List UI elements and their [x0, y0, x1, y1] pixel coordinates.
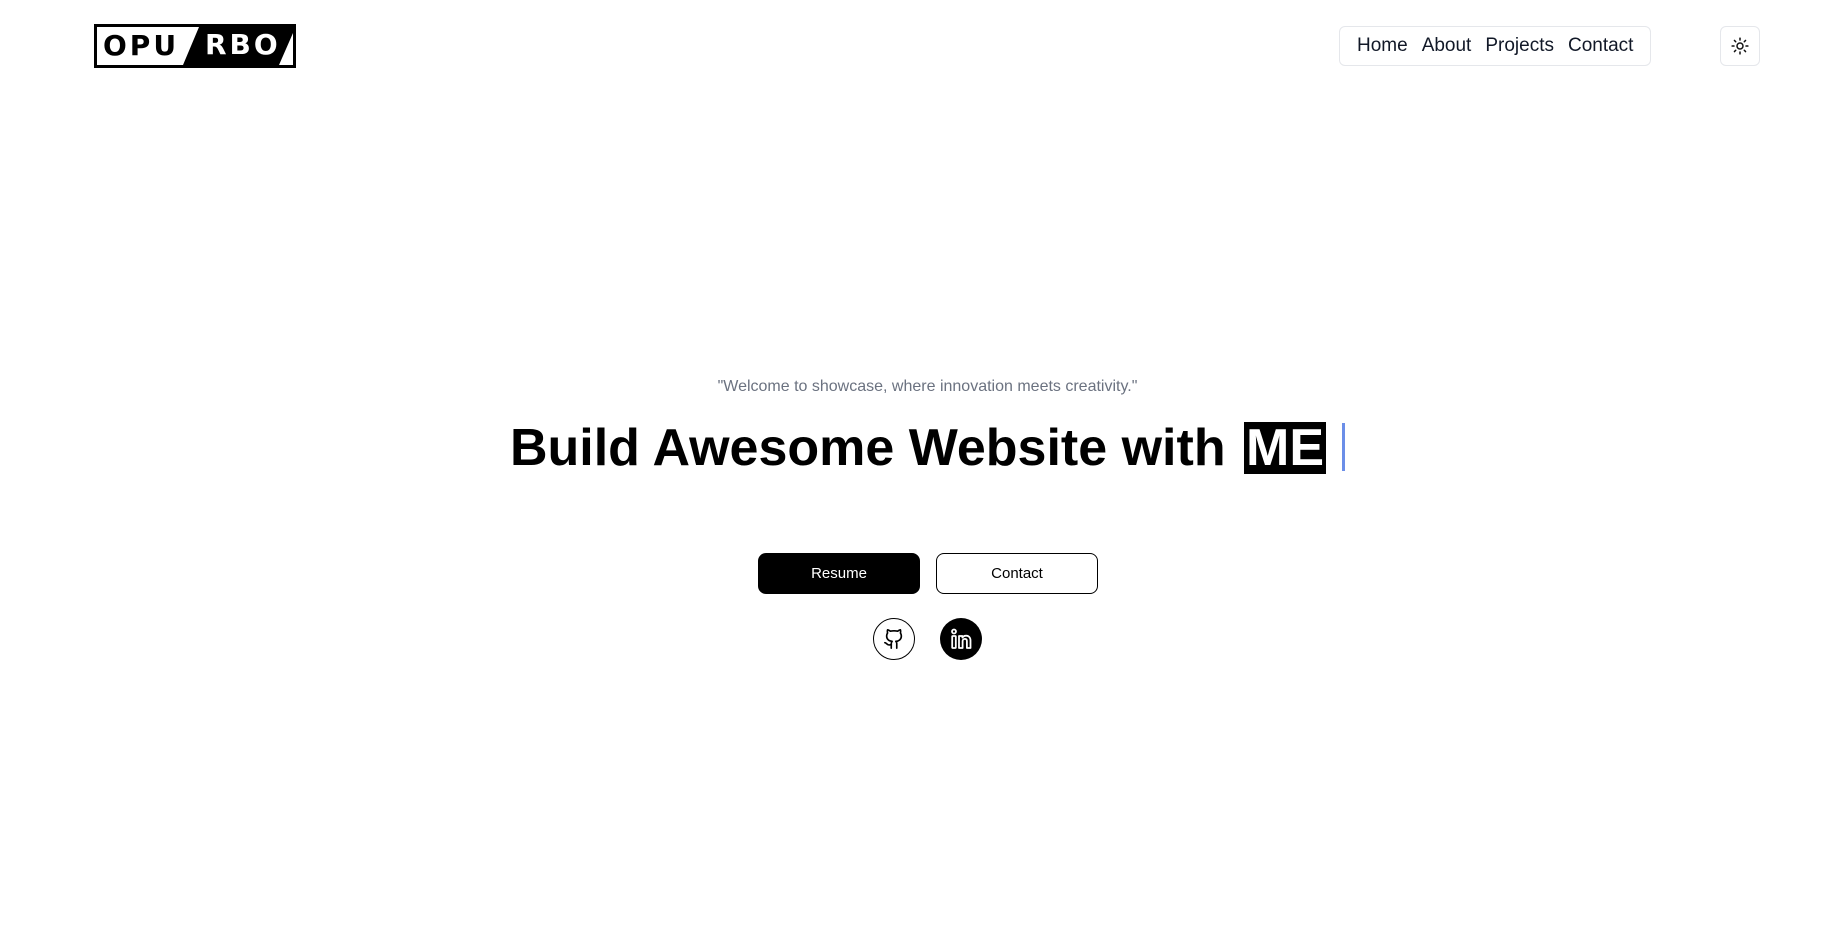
sun-icon	[1731, 37, 1749, 55]
resume-button[interactable]: Resume	[758, 553, 920, 594]
nav-home[interactable]: Home	[1350, 27, 1415, 65]
logo-text-left: OPU	[103, 29, 180, 62]
nav-contact[interactable]: Contact	[1561, 27, 1640, 65]
hero-headline-text: Build Awesome Website with	[509, 419, 1226, 477]
nav-about[interactable]: About	[1415, 27, 1479, 65]
logo-badge: RBO	[183, 27, 293, 65]
page: OPU RBO Home About Projects Contact "Wel…	[0, 0, 1827, 925]
social-links	[873, 618, 982, 660]
hero-headline: Build Awesome Website with ME	[0, 416, 1827, 480]
nav-projects[interactable]: Projects	[1478, 27, 1561, 65]
site-logo[interactable]: OPU RBO	[94, 24, 296, 68]
github-link[interactable]	[873, 618, 915, 660]
theme-toggle-button[interactable]	[1720, 26, 1760, 66]
github-icon	[884, 629, 903, 649]
typing-cursor	[1342, 423, 1346, 471]
hero-headline-highlight: ME	[1244, 419, 1327, 477]
logo-text-right: RBO	[205, 28, 281, 61]
contact-button[interactable]: Contact	[936, 553, 1098, 594]
linkedin-icon	[951, 628, 972, 649]
hero-tagline: "Welcome to showcase, where innovation m…	[717, 378, 1138, 395]
linkedin-link[interactable]	[940, 618, 982, 660]
main-nav: Home About Projects Contact	[1339, 26, 1652, 66]
hero-actions: Resume Contact	[758, 553, 1098, 594]
